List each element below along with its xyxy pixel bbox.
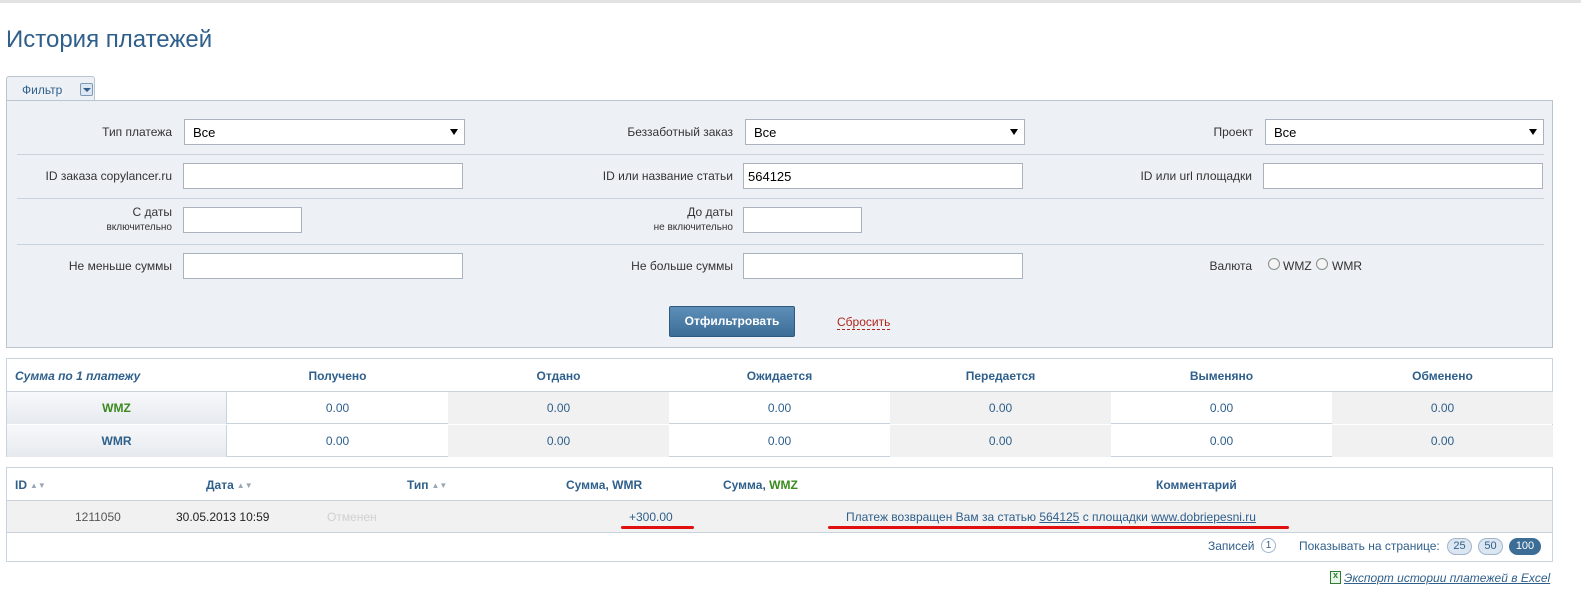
- per-page-label: Показывать на странице:: [1299, 539, 1440, 553]
- summary-value: 0.00: [448, 392, 669, 424]
- top-border: [0, 0, 1581, 3]
- payments-header: ID ▲▼ Дата ▲▼ Тип ▲▼ Сумма, WMR Сумма, WMZ …: [7, 468, 1552, 501]
- summary-header-cell: Передается: [965, 369, 1036, 383]
- filter-tab-label: Фильтр: [22, 83, 63, 97]
- sort-icon: ▲▼: [431, 481, 448, 491]
- excel-icon: [1330, 570, 1341, 584]
- payments-footer: Записей 1 Показывать на странице: 25 50 …: [7, 533, 1552, 561]
- order-id-input[interactable]: [183, 163, 463, 189]
- summary-row-label: WMR: [7, 425, 227, 457]
- per-page-option[interactable]: 50: [1478, 538, 1503, 555]
- currency-radio-wmr[interactable]: [1316, 258, 1328, 270]
- summary-header: Сумма по 1 платежу Получено Отдано Ожида…: [7, 359, 1552, 392]
- summary-row-label: WMZ: [7, 392, 227, 424]
- summary-value: 0.00: [890, 392, 1111, 424]
- currency-option-wmr: WMR: [1332, 259, 1362, 273]
- column-header-date[interactable]: Дата ▲▼: [206, 478, 253, 492]
- summary-row-wmr: WMR 0.00 0.00 0.00 0.00 0.00 0.00: [7, 425, 1553, 457]
- table-row: 1211050 30.05.2013 10:59 Отменен +300.00…: [7, 501, 1552, 533]
- row-divider: [17, 154, 1544, 155]
- min-sum-label: Не меньше суммы: [68, 259, 172, 273]
- payment-comment: Платеж возвращен Вам за статью 564125 с …: [846, 510, 1256, 524]
- summary-row-wmz: WMZ 0.00 0.00 0.00 0.00 0.00 0.00: [7, 392, 1553, 424]
- order-id-label: ID заказа copylancer.ru: [45, 169, 172, 183]
- article-label: ID или название статьи: [602, 169, 733, 183]
- filter-tab[interactable]: Фильтр: [6, 76, 95, 101]
- page-title: История платежей: [6, 26, 213, 53]
- sort-icon: ▲▼: [30, 481, 46, 491]
- row-divider: [17, 198, 1544, 199]
- summary-header-cell: Получено: [308, 369, 367, 383]
- export-excel-link[interactable]: Экспорт истории платежей в Excel: [1344, 571, 1550, 585]
- payment-id: 1211050: [75, 510, 121, 524]
- row-divider: [17, 244, 1544, 245]
- summary-table: Сумма по 1 платежу Получено Отдано Ожида…: [6, 358, 1553, 457]
- payment-sum-wmr: +300.00: [629, 510, 673, 524]
- site-link[interactable]: www.dobriepesni.ru: [1151, 510, 1256, 524]
- date-from-label: С даты включительно: [106, 205, 172, 233]
- payment-date: 30.05.2013 10:59: [176, 510, 270, 524]
- project-select[interactable]: Все: [1265, 119, 1544, 145]
- summary-value: 0.00: [1332, 392, 1553, 424]
- payments-table: ID ▲▼ Дата ▲▼ Тип ▲▼ Сумма, WMR Сумма, WMZ …: [6, 467, 1553, 562]
- carefree-order-select[interactable]: Все: [745, 119, 1025, 145]
- summary-header-cell: Выменяно: [1189, 369, 1254, 383]
- date-from-input[interactable]: [183, 207, 302, 233]
- max-sum-label: Не больше суммы: [631, 259, 733, 273]
- per-page-option-selected[interactable]: 100: [1509, 538, 1541, 555]
- summary-value: 0.00: [767, 434, 792, 448]
- column-header-sum-wmr: Сумма, WMR: [566, 478, 643, 492]
- records-count: 1: [1261, 538, 1276, 553]
- annotation-underline: [621, 526, 694, 529]
- summary-header-cell: Обменено: [1412, 369, 1473, 383]
- min-sum-input[interactable]: [183, 253, 463, 279]
- summary-value: 0.00: [448, 425, 669, 457]
- site-input[interactable]: [1263, 163, 1543, 189]
- article-link[interactable]: 564125: [1039, 510, 1079, 524]
- currency-label: Валюта: [1209, 259, 1252, 273]
- summary-header-cell: Ожидается: [746, 369, 813, 383]
- filter-panel: Тип платежа Все Беззаботный заказ Все Пр…: [6, 100, 1553, 348]
- summary-value: 0.00: [325, 434, 350, 448]
- currency-radio-wmz[interactable]: [1268, 258, 1280, 270]
- annotation-underline: [828, 526, 1289, 529]
- collapse-toggle-icon[interactable]: [80, 83, 93, 96]
- records-label: Записей: [1208, 539, 1255, 553]
- summary-value: 0.00: [325, 401, 350, 415]
- summary-header-cell: Отдано: [536, 369, 581, 383]
- date-to-input[interactable]: [743, 207, 862, 233]
- project-label: Проект: [1213, 125, 1253, 139]
- payment-type-label: Тип платежа: [102, 125, 172, 139]
- payment-type-select[interactable]: Все: [184, 119, 465, 145]
- payment-type: Отменен: [327, 510, 377, 524]
- site-label: ID или url площадки: [1140, 169, 1252, 183]
- summary-value: 0.00: [890, 425, 1111, 457]
- column-header-sum-wmz: Сумма, WMZ: [723, 478, 798, 492]
- summary-header-cell: Сумма по 1 платежу: [15, 369, 141, 383]
- sort-icon: ▲▼: [236, 481, 253, 491]
- summary-value: 0.00: [1209, 434, 1234, 448]
- summary-value: 0.00: [1332, 425, 1553, 457]
- summary-value: 0.00: [767, 401, 792, 415]
- column-header-id[interactable]: ID ▲▼: [15, 478, 46, 492]
- carefree-order-label: Беззаботный заказ: [627, 125, 733, 139]
- max-sum-input[interactable]: [743, 253, 1023, 279]
- per-page-option[interactable]: 25: [1447, 538, 1472, 555]
- date-to-label: До даты не включительно: [653, 205, 733, 233]
- summary-value: 0.00: [1209, 401, 1234, 415]
- filter-button[interactable]: Отфильтровать: [669, 306, 795, 337]
- currency-option-wmz: WMZ: [1283, 259, 1312, 273]
- article-input[interactable]: 564125: [743, 163, 1023, 189]
- reset-link[interactable]: Сбросить: [837, 315, 891, 330]
- column-header-comment: Комментарий: [1156, 478, 1237, 492]
- column-header-type[interactable]: Тип ▲▼: [407, 478, 447, 492]
